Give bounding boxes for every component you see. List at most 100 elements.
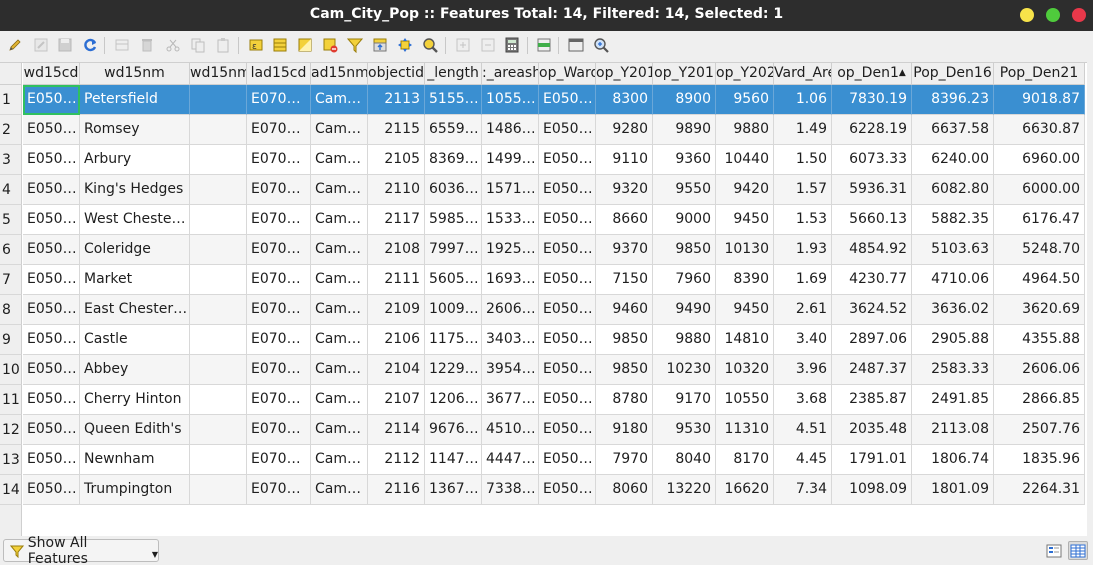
table-cell[interactable]: 9460 xyxy=(596,295,653,325)
table-corner[interactable] xyxy=(0,63,22,85)
table-row[interactable]: E050… East Chester… E070… Cam… 2109 1009… 2606… xyxy=(22,295,1086,325)
table-cell[interactable]: 9880 xyxy=(716,115,774,145)
add-feature-button[interactable] xyxy=(113,36,131,54)
table-cell[interactable]: King's Hedges xyxy=(80,175,190,205)
table-cell[interactable]: 1147… xyxy=(425,445,482,475)
table-cell[interactable]: 9320 xyxy=(596,175,653,205)
table-cell[interactable] xyxy=(190,235,247,265)
column-header[interactable]: Vard_Are xyxy=(774,63,832,85)
row-header[interactable]: 9 xyxy=(0,325,22,355)
table-row[interactable]: E050… Petersfield E070… Cam… 2113 5155… 1055… E… xyxy=(22,85,1086,115)
table-cell[interactable]: 1486… xyxy=(482,115,539,145)
table-cell[interactable]: 2113 xyxy=(368,85,425,115)
table-cell[interactable]: E050… xyxy=(23,445,80,475)
table-cell[interactable]: 14810 xyxy=(716,325,774,355)
multi-edit-button[interactable] xyxy=(32,36,50,54)
table-cell[interactable]: Abbey xyxy=(80,355,190,385)
table-cell[interactable]: 1.93 xyxy=(774,235,832,265)
row-header[interactable]: 4 xyxy=(0,175,22,205)
table-cell[interactable]: E070… xyxy=(247,415,311,445)
table-cell[interactable]: 6036… xyxy=(425,175,482,205)
table-cell[interactable]: 5605… xyxy=(425,265,482,295)
table-cell[interactable]: 5882.35 xyxy=(912,205,994,235)
column-header[interactable]: Pop_Den21 xyxy=(994,63,1085,85)
column-header[interactable]: op_Y202 xyxy=(716,63,774,85)
table-cell[interactable]: 2035.48 xyxy=(832,415,912,445)
table-cell[interactable]: E050… xyxy=(539,415,596,445)
table-cell[interactable]: Petersfield xyxy=(80,85,190,115)
column-header[interactable]: Pop_Den16 xyxy=(912,63,994,85)
minimize-button[interactable] xyxy=(1020,8,1034,22)
table-cell[interactable]: 8170 xyxy=(716,445,774,475)
table-cell[interactable]: E050… xyxy=(539,295,596,325)
table-cell[interactable]: Cam… xyxy=(311,265,368,295)
table-cell[interactable]: 8780 xyxy=(596,385,653,415)
table-row[interactable]: E050… Trumpington E070… Cam… 2116 1367… 7338… E… xyxy=(22,475,1086,505)
select-by-expression-button[interactable]: ε xyxy=(247,36,265,54)
table-cell[interactable]: Cam… xyxy=(311,205,368,235)
table-cell[interactable]: Trumpington xyxy=(80,475,190,505)
table-cell[interactable]: 8390 xyxy=(716,265,774,295)
table-cell[interactable]: 8060 xyxy=(596,475,653,505)
table-cell[interactable]: 9490 xyxy=(653,295,716,325)
column-header[interactable]: wd15nm xyxy=(80,63,190,85)
table-cell[interactable]: E050… xyxy=(539,85,596,115)
table-cell[interactable]: 8900 xyxy=(653,85,716,115)
dock-button[interactable] xyxy=(567,36,585,54)
table-cell[interactable]: 9550 xyxy=(653,175,716,205)
table-cell[interactable]: 3954… xyxy=(482,355,539,385)
table-cell[interactable]: 2113.08 xyxy=(912,415,994,445)
table-cell[interactable]: 5985… xyxy=(425,205,482,235)
table-cell[interactable]: 9850 xyxy=(596,325,653,355)
table-cell[interactable]: 2107 xyxy=(368,385,425,415)
column-header[interactable]: ad15nm xyxy=(311,63,368,85)
table-cell[interactable]: 9370 xyxy=(596,235,653,265)
table-cell[interactable]: 6082.80 xyxy=(912,175,994,205)
row-header[interactable]: 3 xyxy=(0,145,22,175)
table-cell[interactable]: E050… xyxy=(539,355,596,385)
table-cell[interactable]: 5660.13 xyxy=(832,205,912,235)
filter-button[interactable] xyxy=(346,36,364,54)
table-cell[interactable]: 10440 xyxy=(716,145,774,175)
table-cell[interactable]: 6960.00 xyxy=(994,145,1085,175)
table-cell[interactable]: 2106 xyxy=(368,325,425,355)
table-cell[interactable]: E070… xyxy=(247,175,311,205)
table-cell[interactable]: 10550 xyxy=(716,385,774,415)
table-cell[interactable]: 6637.58 xyxy=(912,115,994,145)
table-cell[interactable]: 2491.85 xyxy=(912,385,994,415)
table-cell[interactable]: 1.49 xyxy=(774,115,832,145)
table-cell[interactable]: 7960 xyxy=(653,265,716,295)
table-cell[interactable]: 3624.52 xyxy=(832,295,912,325)
table-cell[interactable]: 7830.19 xyxy=(832,85,912,115)
table-cell[interactable]: E050… xyxy=(539,265,596,295)
maximize-button[interactable] xyxy=(1046,8,1060,22)
table-row[interactable]: E050… West Cheste… E070… Cam… 2117 5985… 1533…… xyxy=(22,205,1086,235)
table-cell[interactable]: 1.57 xyxy=(774,175,832,205)
table-cell[interactable]: 1791.01 xyxy=(832,445,912,475)
table-cell[interactable]: 9170 xyxy=(653,385,716,415)
table-row[interactable]: E050… Romsey E070… Cam… 2115 6559… 1486… E050… 9… xyxy=(22,115,1086,145)
table-cell[interactable]: Cam… xyxy=(311,445,368,475)
table-cell[interactable]: 2264.31 xyxy=(994,475,1085,505)
table-cell[interactable]: 9530 xyxy=(653,415,716,445)
table-cell[interactable]: East Chester… xyxy=(80,295,190,325)
table-cell[interactable] xyxy=(190,85,247,115)
paste-button[interactable] xyxy=(214,36,232,54)
table-cell[interactable]: 10230 xyxy=(653,355,716,385)
table-cell[interactable]: 2117 xyxy=(368,205,425,235)
table-cell[interactable]: 10130 xyxy=(716,235,774,265)
row-header[interactable]: 1 xyxy=(0,85,22,115)
table-cell[interactable]: Cam… xyxy=(311,115,368,145)
table-cell[interactable]: 1925… xyxy=(482,235,539,265)
row-header[interactable]: 12 xyxy=(0,415,22,445)
table-cell[interactable]: E070… xyxy=(247,235,311,265)
zoom-to-selection-button[interactable] xyxy=(421,36,439,54)
table-cell[interactable]: 5155… xyxy=(425,85,482,115)
table-cell[interactable]: 3.96 xyxy=(774,355,832,385)
table-cell[interactable]: Cam… xyxy=(311,325,368,355)
table-cell[interactable]: 2110 xyxy=(368,175,425,205)
table-cell[interactable]: 9880 xyxy=(653,325,716,355)
table-cell[interactable]: E070… xyxy=(247,385,311,415)
table-cell[interactable]: 1533… xyxy=(482,205,539,235)
table-cell[interactable]: 6000.00 xyxy=(994,175,1085,205)
